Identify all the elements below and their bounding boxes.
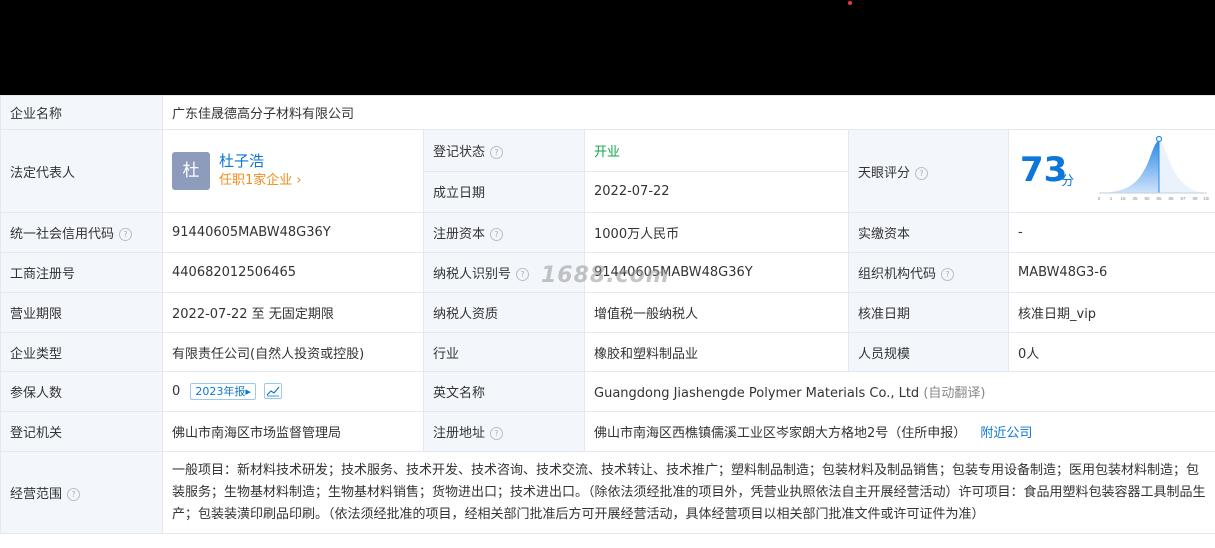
legal-rep-positions-link[interactable]: 任职1家企业 › <box>219 171 302 191</box>
reg-address-cell: 佛山市南海区西樵镇儒溪工业区岑家朗大方格地2号（住所申报） 附近公司 <box>584 411 1215 452</box>
nearby-companies-link[interactable]: 附近公司 <box>980 426 1032 441</box>
est-date-value: 2022-07-22 <box>584 170 849 213</box>
reg-capital-label-text: 注册资本 <box>433 227 486 242</box>
industry-value: 橡胶和塑料制品业 <box>584 332 849 372</box>
scope-label-text: 经营范围 <box>10 487 63 502</box>
top-black-bar <box>0 0 1215 95</box>
table-row: 登记机关 佛山市南海区市场监督管理局 注册地址? 佛山市南海区西樵镇儒溪工业区岑… <box>0 411 1215 452</box>
score-label: 天眼评分? <box>848 129 1009 213</box>
table-row: 统一社会信用代码? 91440605MABW48G36Y 注册资本? 1000万… <box>0 212 1215 253</box>
org-code-label-text: 组织机构代码 <box>858 267 937 282</box>
trend-chart-icon[interactable] <box>264 383 283 399</box>
insured-cell: 0 2023年报▸ <box>162 371 424 412</box>
help-icon[interactable]: ? <box>67 488 81 501</box>
score-axis-tick: 99 <box>1192 196 1198 201</box>
table-row: 企业类型 有限责任公司(自然人投资或控股) 行业 橡胶和塑料制品业 人员规模 0… <box>0 332 1215 372</box>
term-value: 2022-07-22 至 无固定期限 <box>162 292 424 333</box>
table-row: 法定代表人 杜 杜子浩 任职1家企业 › 登记状态? 开业 天眼评分? 73 分 <box>0 129 1215 213</box>
score-axis-tick: 35 <box>1132 196 1138 201</box>
org-code-label: 组织机构代码? <box>848 252 1009 293</box>
help-icon[interactable]: ? <box>941 268 955 281</box>
distribution-fill <box>1099 141 1159 193</box>
table-row: 营业期限 2022-07-22 至 无固定期限 纳税人资质 增值税一般纳税人 核… <box>0 292 1215 333</box>
reg-address-label: 注册地址? <box>423 411 585 452</box>
insured-value: 0 <box>172 384 181 399</box>
approval-date-label: 核准日期 <box>848 292 1009 333</box>
watermark: 1688.com <box>541 263 670 288</box>
company-type-value: 有限责任公司(自然人投资或控股) <box>162 332 424 372</box>
score-label-text: 天眼评分 <box>858 165 911 181</box>
approval-date-value: 核准日期_vip <box>1008 292 1215 333</box>
english-name-cell: Guangdong Jiashengde Polymer Materials C… <box>584 371 1215 412</box>
reg-capital-label: 注册资本? <box>423 212 585 253</box>
credit-code-label: 统一社会信用代码? <box>0 212 163 253</box>
business-reg-no-value: 440682012506465 <box>162 252 424 293</box>
term-label: 营业期限 <box>0 292 163 333</box>
auto-translate-note: (自动翻译) <box>923 386 986 401</box>
annual-report-badge[interactable]: 2023年报▸ <box>190 383 256 400</box>
taxpayer-qual-label: 纳税人资质 <box>423 292 585 333</box>
taxpayer-qual-value: 增值税一般纳税人 <box>584 292 849 333</box>
est-date-label: 成立日期 <box>423 170 585 213</box>
org-code-value: MABW48G3-6 <box>1008 252 1215 293</box>
company-info-table: 企业名称 广东佳晟德高分子材料有限公司 法定代表人 杜 杜子浩 任职1家企业 ›… <box>0 95 1215 534</box>
help-icon[interactable]: ? <box>490 145 504 159</box>
legal-rep-label: 法定代表人 <box>0 129 163 213</box>
reg-authority-value: 佛山市南海区市场监督管理局 <box>162 411 424 452</box>
score-axis-tick: 50 <box>1144 196 1150 201</box>
score-cell[interactable]: 73 分 0115355065859799100 <box>1008 129 1215 213</box>
score-axis-tick: 97 <box>1180 196 1186 201</box>
score-axis-tick: 65 <box>1156 196 1162 201</box>
table-row: 参保人数 0 2023年报▸ 英文名称 Guangdong Jiashengde… <box>0 371 1215 412</box>
scope-label: 经营范围? <box>0 451 163 534</box>
insured-label: 参保人数 <box>0 371 163 412</box>
help-icon[interactable]: ? <box>490 228 504 241</box>
taxpayer-id-label-text: 纳税人识别号 <box>433 267 512 282</box>
credit-code-label-text: 统一社会信用代码 <box>10 227 115 242</box>
paid-capital-label: 实缴资本 <box>848 212 1009 253</box>
legal-rep-cell: 杜 杜子浩 任职1家企业 › <box>162 129 424 213</box>
table-row: 经营范围? 一般项目：新材料技术研发；技术服务、技术开发、技术咨询、技术交流、技… <box>0 451 1215 534</box>
score-axis-tick: 1 <box>1110 196 1113 201</box>
english-name-label: 英文名称 <box>423 371 585 412</box>
reg-authority-label: 登记机关 <box>0 411 163 452</box>
reg-status-label-text: 登记状态 <box>433 144 486 160</box>
score-axis-tick: 100 <box>1203 196 1209 201</box>
business-reg-no-label: 工商注册号 <box>0 252 163 293</box>
help-icon[interactable]: ? <box>119 228 133 241</box>
help-icon[interactable]: ? <box>516 268 530 281</box>
help-icon[interactable]: ? <box>490 427 504 440</box>
reg-status-label: 登记状态? <box>423 129 585 172</box>
staff-size-label: 人员规模 <box>848 332 1009 372</box>
score-unit: 分 <box>1061 174 1075 189</box>
reg-address-label-text: 注册地址 <box>433 426 486 441</box>
credit-code-value: 91440605MABW48G36Y <box>162 212 424 253</box>
legal-rep-name-link[interactable]: 杜子浩 <box>219 151 302 171</box>
help-icon[interactable]: ? <box>915 166 929 180</box>
score-axis-tick: 85 <box>1168 196 1174 201</box>
reg-capital-value: 1000万人民币 <box>584 212 849 253</box>
score-distribution-chart: 0 1 15 35 50 65 85 97 99 100 <box>1098 135 1209 201</box>
paid-capital-value: - <box>1008 212 1215 253</box>
staff-size-value: 0人 <box>1008 332 1215 372</box>
reg-status-value: 开业 <box>584 129 849 172</box>
english-name-value: Guangdong Jiashengde Polymer Materials C… <box>594 386 920 401</box>
score-axis-tick: 0 <box>1098 196 1101 201</box>
company-name-label: 企业名称 <box>0 95 163 130</box>
reg-address-value: 佛山市南海区西樵镇儒溪工业区岑家朗大方格地2号（住所申报） <box>594 426 967 441</box>
company-name-value: 广东佳晟德高分子材料有限公司 <box>162 95 1215 130</box>
company-type-label: 企业类型 <box>0 332 163 372</box>
scope-value: 一般项目：新材料技术研发；技术服务、技术开发、技术咨询、技术交流、技术转让、技术… <box>162 451 1215 534</box>
table-row: 企业名称 广东佳晟德高分子材料有限公司 <box>0 95 1215 130</box>
avatar[interactable]: 杜 <box>172 152 210 190</box>
industry-label: 行业 <box>423 332 585 372</box>
score-marker <box>1155 135 1163 143</box>
score-axis-tick: 15 <box>1120 196 1126 201</box>
red-dot <box>848 1 852 5</box>
